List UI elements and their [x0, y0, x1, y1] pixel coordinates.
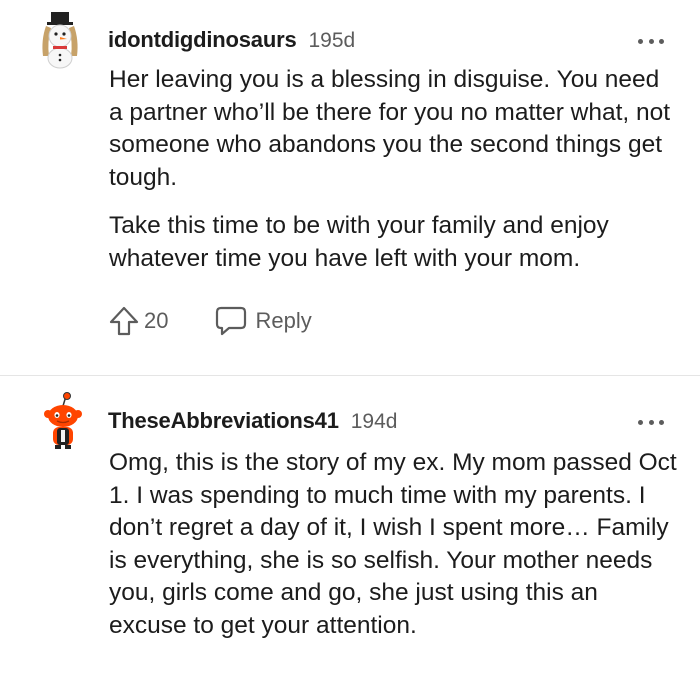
- reply-label: Reply: [255, 308, 312, 333]
- upvote-arrow-icon[interactable]: [108, 305, 140, 337]
- upvote-button[interactable]: 20: [108, 305, 168, 337]
- comment-paragraph: Omg, this is the story of my ex. My mom …: [109, 449, 677, 639]
- comment: TheseAbbreviations41 194d Omg, this is t…: [0, 376, 700, 691]
- reply-button[interactable]: Reply: [214, 305, 312, 337]
- username[interactable]: TheseAbbreviations41: [108, 408, 339, 434]
- snowman-avatar-icon[interactable]: [37, 12, 83, 69]
- comment-header: idontdigdinosaurs 195d: [108, 27, 355, 53]
- comment-age: 194d: [350, 410, 398, 433]
- comment-age: 195d: [308, 29, 356, 52]
- comment-actions: 20 Reply: [108, 303, 312, 339]
- more-options-icon[interactable]: [638, 418, 664, 426]
- username[interactable]: idontdigdinosaurs: [108, 27, 297, 53]
- comment-header: TheseAbbreviations41 194d: [108, 408, 397, 434]
- comment-paragraph: Take this time to be with your family an…: [109, 212, 609, 272]
- comment-body: Her leaving you is a blessing in disguis…: [109, 64, 679, 275]
- reply-bubble-icon: [216, 306, 247, 336]
- comment-paragraph: Her leaving you is a blessing in disguis…: [109, 66, 671, 191]
- comment-body: Omg, this is the story of my ex. My mom …: [109, 447, 679, 642]
- comment: idontdigdinosaurs 195d Her leaving you i…: [0, 0, 700, 376]
- more-options-icon[interactable]: [638, 37, 664, 45]
- vote-count: 20: [144, 308, 169, 333]
- snoo-avatar-icon[interactable]: [40, 392, 86, 449]
